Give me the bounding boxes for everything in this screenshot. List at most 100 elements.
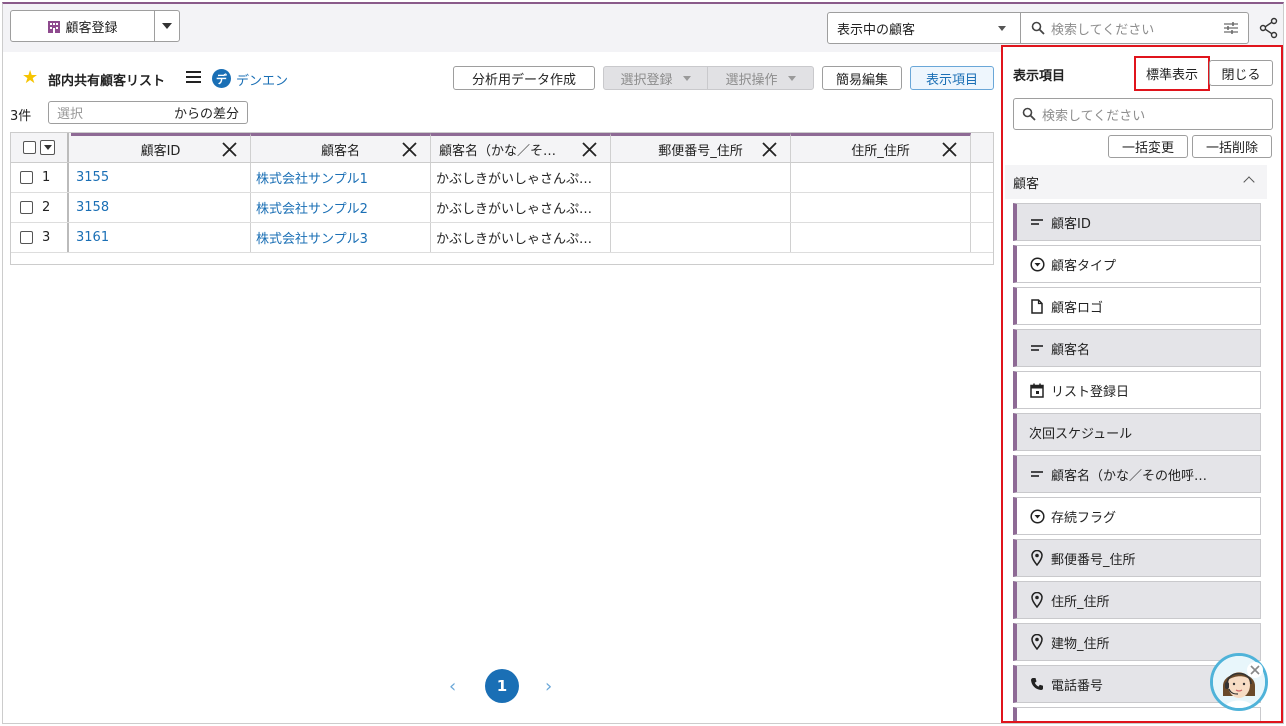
caret-down-icon bbox=[162, 23, 172, 29]
panel-item-label: 顧客名（かな／その他呼… bbox=[1051, 468, 1208, 484]
panel-item-label: 顧客ID bbox=[1051, 216, 1091, 232]
customer-kana-cell: かぶしきがいしゃさんぷ… bbox=[431, 193, 611, 222]
customer-name-cell: 株式会社サンプル2 bbox=[251, 193, 431, 222]
panel-item-partial[interactable] bbox=[1013, 707, 1261, 721]
phone-icon bbox=[1029, 676, 1045, 692]
bulk-change-button[interactable]: 一括変更 bbox=[1108, 135, 1188, 158]
view-select[interactable]: 表示中の顧客 bbox=[827, 12, 1021, 44]
panel-item-next-schedule[interactable]: 次回スケジュール bbox=[1013, 413, 1261, 451]
zip-cell bbox=[611, 163, 791, 192]
panel-search-input[interactable]: 検索してください bbox=[1013, 98, 1273, 130]
menu-icon[interactable] bbox=[186, 71, 201, 86]
share-icon[interactable] bbox=[1259, 17, 1279, 39]
select-operation-label: 選択操作 bbox=[725, 72, 778, 88]
search-icon bbox=[1022, 107, 1036, 121]
support-assistant-button[interactable] bbox=[1210, 653, 1268, 711]
panel-item-customer-name[interactable]: 顧客名 bbox=[1013, 329, 1261, 367]
next-page-button[interactable]: › bbox=[545, 676, 552, 697]
column-header-customer-kana[interactable]: 顧客名（かな／そ… bbox=[431, 133, 611, 162]
row-checkbox[interactable] bbox=[20, 171, 33, 184]
select-register-button[interactable]: 選択登録 bbox=[603, 66, 708, 90]
customer-id-link[interactable]: 3158 bbox=[76, 200, 109, 215]
remove-column-icon[interactable] bbox=[221, 141, 238, 158]
customer-name-link[interactable]: 株式会社サンプル3 bbox=[256, 228, 368, 247]
section-header-customer[interactable]: 顧客 bbox=[1005, 165, 1267, 199]
customer-id-link[interactable]: 3161 bbox=[76, 230, 109, 245]
location-pin-icon bbox=[1029, 592, 1045, 608]
quick-edit-button[interactable]: 簡易編集 bbox=[822, 66, 902, 90]
row-number: 1 bbox=[42, 170, 51, 185]
display-items-panel: 表示項目 標準表示 閉じる 検索してください 一括変更 一括削除 顧客 顧客ID… bbox=[1001, 45, 1283, 723]
column-label: 顧客名 bbox=[320, 143, 360, 159]
bulk-delete-button[interactable]: 一括削除 bbox=[1192, 135, 1272, 158]
panel-item-list-registered-date[interactable]: リスト登録日 bbox=[1013, 371, 1261, 409]
chevron-up-icon bbox=[1243, 176, 1255, 188]
column-header-address[interactable]: 住所_住所 bbox=[791, 133, 971, 162]
panel-item-customer-kana[interactable]: 顧客名（かな／その他呼… bbox=[1013, 455, 1261, 493]
prev-page-button[interactable]: ‹ bbox=[449, 676, 456, 697]
panel-item-customer-type[interactable]: 顧客タイプ bbox=[1013, 245, 1261, 283]
panel-item-label: リスト登録日 bbox=[1051, 384, 1130, 400]
section-label: 顧客 bbox=[1013, 176, 1040, 192]
page-1-button[interactable]: 1 bbox=[485, 669, 519, 703]
caret-down-icon bbox=[998, 25, 1006, 31]
remove-column-icon[interactable] bbox=[941, 141, 958, 158]
column-label: 顧客ID bbox=[140, 143, 181, 159]
global-search-placeholder: 検索してください bbox=[1051, 22, 1155, 38]
row-select-cell: 1 bbox=[11, 163, 69, 192]
row-select-cell: 3 bbox=[11, 223, 69, 252]
diff-select-input[interactable]: 選択 からの差分 bbox=[48, 101, 248, 124]
panel-item-address[interactable]: 住所_住所 bbox=[1013, 581, 1261, 619]
column-header-customer-id[interactable]: 顧客ID bbox=[71, 133, 251, 162]
caret-down-icon bbox=[43, 145, 52, 150]
column-header-customer-name[interactable]: 顧客名 bbox=[251, 133, 431, 162]
table-row[interactable]: 3 3161 株式会社サンプル3 かぶしきがいしゃさんぷ… bbox=[11, 223, 993, 253]
list-title: 部内共有顧客リスト bbox=[48, 74, 166, 89]
column-label: 郵便番号_住所 bbox=[658, 143, 743, 159]
table-row[interactable]: 2 3158 株式会社サンプル2 かぶしきがいしゃさんぷ… bbox=[11, 193, 993, 223]
panel-item-label: 郵便番号_住所 bbox=[1051, 552, 1136, 568]
close-assistant-icon[interactable] bbox=[1247, 662, 1263, 678]
analysis-data-button[interactable]: 分析用データ作成 bbox=[453, 66, 595, 90]
table-header: 顧客ID 顧客名 顧客名（かな／そ… 郵便番号_住所 住所_住所 bbox=[11, 133, 993, 163]
panel-item-label: 建物_住所 bbox=[1051, 636, 1110, 652]
select-all-cell bbox=[11, 133, 69, 162]
select-menu-button[interactable] bbox=[40, 140, 55, 155]
select-all-checkbox[interactable] bbox=[23, 141, 36, 154]
record-count: 3件 bbox=[10, 109, 32, 124]
panel-item-survival-flag[interactable]: 存続フラグ bbox=[1013, 497, 1261, 535]
register-dropdown-button[interactable] bbox=[154, 10, 180, 42]
remove-column-icon[interactable] bbox=[761, 141, 778, 158]
close-panel-button[interactable]: 閉じる bbox=[1209, 60, 1273, 86]
register-customer-button[interactable]: 顧客登録 bbox=[10, 10, 155, 42]
panel-item-customer-logo[interactable]: 顧客ロゴ bbox=[1013, 287, 1261, 325]
remove-column-icon[interactable] bbox=[401, 141, 418, 158]
customer-name-link[interactable]: 株式会社サンプル2 bbox=[256, 198, 368, 217]
owner-link[interactable]: デンエン bbox=[236, 70, 288, 89]
filter-sliders-icon[interactable] bbox=[1223, 21, 1239, 35]
calendar-icon bbox=[1029, 382, 1045, 398]
panel-item-zip-address[interactable]: 郵便番号_住所 bbox=[1013, 539, 1261, 577]
diff-suffix-label: からの差分 bbox=[173, 107, 239, 122]
standard-view-button[interactable]: 標準表示 bbox=[1138, 60, 1206, 86]
panel-item-label: 存続フラグ bbox=[1051, 510, 1117, 526]
customer-id-link[interactable]: 3155 bbox=[76, 170, 109, 185]
panel-item-building-address[interactable]: 建物_住所 bbox=[1013, 623, 1261, 661]
favorite-star-icon[interactable]: ★ bbox=[22, 67, 38, 88]
row-checkbox[interactable] bbox=[20, 201, 33, 214]
select-operation-button[interactable]: 選択操作 bbox=[707, 66, 814, 90]
column-header-zip[interactable]: 郵便番号_住所 bbox=[611, 133, 791, 162]
row-number: 3 bbox=[42, 230, 51, 245]
register-customer-label: 顧客登録 bbox=[65, 20, 118, 36]
customer-table: 顧客ID 顧客名 顧客名（かな／そ… 郵便番号_住所 住所_住所 1 3155 … bbox=[10, 132, 994, 265]
address-cell bbox=[791, 163, 971, 192]
customer-id-cell: 3158 bbox=[71, 193, 251, 222]
row-checkbox[interactable] bbox=[20, 231, 33, 244]
remove-column-icon[interactable] bbox=[581, 141, 598, 158]
column-label: 顧客名（かな／そ… bbox=[439, 143, 557, 159]
global-search-input[interactable]: 検索してください bbox=[1020, 12, 1249, 44]
panel-item-customer-id[interactable]: 顧客ID bbox=[1013, 203, 1261, 241]
display-items-button[interactable]: 表示項目 bbox=[910, 66, 994, 90]
table-row[interactable]: 1 3155 株式会社サンプル1 かぶしきがいしゃさんぷ… bbox=[11, 163, 993, 193]
customer-name-link[interactable]: 株式会社サンプル1 bbox=[256, 168, 368, 187]
